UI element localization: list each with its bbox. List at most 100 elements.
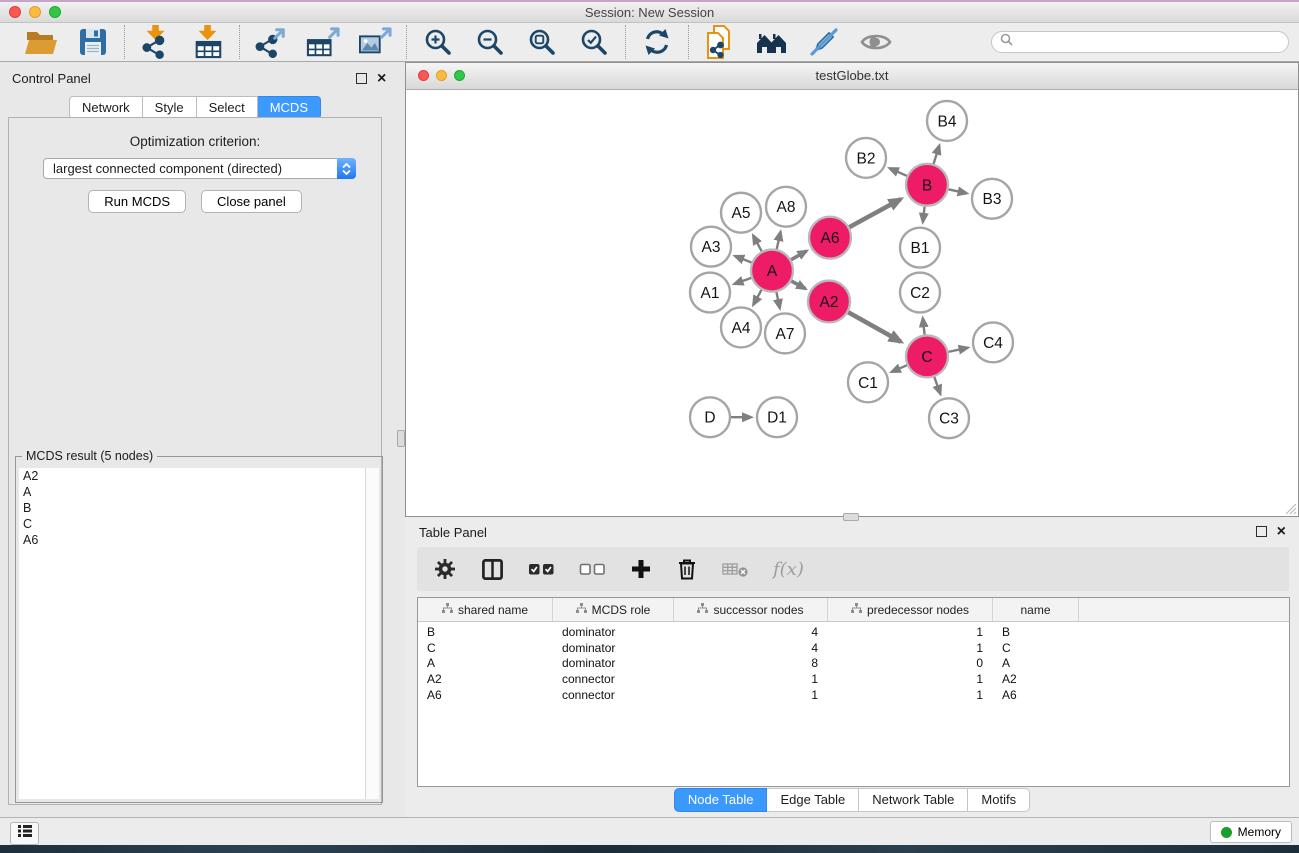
deselect-all-checkbox-icon[interactable] bbox=[579, 560, 606, 578]
tab-mcds[interactable]: MCDS bbox=[258, 96, 321, 119]
edge-A2-C[interactable] bbox=[846, 311, 900, 341]
edge-A-A4[interactable] bbox=[753, 288, 762, 305]
mcds-result-item[interactable]: A6 bbox=[19, 532, 379, 548]
close-table-panel-icon[interactable]: × bbox=[1277, 527, 1286, 537]
zoom-fit-icon[interactable] bbox=[524, 26, 560, 58]
node-B[interactable]: B bbox=[906, 164, 948, 206]
table-cell[interactable]: dominator bbox=[553, 656, 674, 670]
node-B1[interactable]: B1 bbox=[900, 228, 940, 268]
run-mcds-button[interactable]: Run MCDS bbox=[88, 190, 186, 213]
close-panel-icon[interactable]: × bbox=[377, 74, 386, 84]
network-canvas[interactable]: AA1A2A3A4A5A6A7A8BB1B2B3B4CC1C2C3C4DD1 bbox=[406, 90, 1298, 516]
gear-icon[interactable] bbox=[433, 557, 457, 581]
edge-A-A6[interactable] bbox=[789, 251, 806, 261]
table-cell[interactable]: 4 bbox=[674, 625, 828, 639]
mcds-result-item[interactable]: A2 bbox=[19, 468, 379, 484]
table-cell[interactable]: B bbox=[418, 625, 553, 639]
float-table-panel-icon[interactable] bbox=[1256, 526, 1267, 537]
table-cell[interactable]: connector bbox=[553, 688, 674, 702]
zoom-out-icon[interactable] bbox=[472, 26, 508, 58]
edge-A-A1[interactable] bbox=[735, 277, 754, 284]
edge-C-C1[interactable] bbox=[892, 364, 909, 371]
edge-B-B4[interactable] bbox=[933, 146, 939, 166]
search-input[interactable] bbox=[1018, 34, 1280, 50]
node-A6[interactable]: A6 bbox=[809, 217, 851, 259]
horizontal-splitter-handle[interactable] bbox=[843, 513, 859, 521]
mcds-result-item[interactable]: A bbox=[19, 484, 379, 500]
column-header-successor-nodes[interactable]: successor nodes bbox=[674, 598, 828, 621]
table-cell[interactable]: B bbox=[993, 625, 1079, 639]
table-cell[interactable]: 1 bbox=[828, 672, 993, 686]
export-image-icon[interactable] bbox=[357, 26, 393, 58]
open-session-icon[interactable] bbox=[23, 26, 59, 58]
search-field[interactable] bbox=[991, 31, 1289, 53]
edge-B-B1[interactable] bbox=[923, 205, 925, 222]
table-cell[interactable]: dominator bbox=[553, 641, 674, 655]
table-row[interactable]: Adominator80A bbox=[418, 655, 1289, 671]
table-cell[interactable]: 1 bbox=[674, 688, 828, 702]
tab-network[interactable]: Network bbox=[69, 96, 143, 119]
close-panel-button[interactable]: Close panel bbox=[201, 190, 302, 213]
table-row[interactable]: A6connector11A6 bbox=[418, 687, 1289, 703]
zoom-selected-icon[interactable] bbox=[576, 26, 612, 58]
node-B4[interactable]: B4 bbox=[927, 101, 967, 141]
node-C3[interactable]: C3 bbox=[929, 398, 969, 438]
select-all-checkbox-icon[interactable] bbox=[528, 560, 555, 578]
table-cell[interactable]: 8 bbox=[674, 656, 828, 670]
memory-button[interactable]: Memory bbox=[1210, 821, 1292, 843]
export-table-icon[interactable] bbox=[305, 26, 341, 58]
task-history-button[interactable] bbox=[10, 822, 39, 845]
table-cell[interactable]: A bbox=[418, 656, 553, 670]
tab-style[interactable]: Style bbox=[143, 96, 197, 119]
tab-node-table[interactable]: Node Table bbox=[674, 788, 768, 812]
node-B3[interactable]: B3 bbox=[972, 179, 1012, 219]
table-cell[interactable]: 0 bbox=[828, 656, 993, 670]
table-cell[interactable]: 1 bbox=[828, 625, 993, 639]
edge-B-B3[interactable] bbox=[947, 189, 967, 193]
tab-edge-table[interactable]: Edge Table bbox=[767, 788, 859, 812]
edge-B-B2[interactable] bbox=[890, 168, 909, 176]
tab-network-table[interactable]: Network Table bbox=[859, 788, 968, 812]
table-cell[interactable]: A2 bbox=[418, 672, 553, 686]
table-row[interactable]: Bdominator41B bbox=[418, 624, 1289, 640]
edge-A-A3[interactable] bbox=[735, 256, 753, 263]
eye-icon[interactable] bbox=[858, 26, 894, 58]
table-cell[interactable]: connector bbox=[553, 672, 674, 686]
table-cell[interactable]: C bbox=[993, 641, 1079, 655]
node-C[interactable]: C bbox=[906, 335, 948, 377]
node-A3[interactable]: A3 bbox=[691, 227, 731, 267]
node-B2[interactable]: B2 bbox=[846, 138, 886, 178]
node-A7[interactable]: A7 bbox=[765, 313, 805, 353]
node-A2[interactable]: A2 bbox=[808, 281, 850, 323]
edge-A-A7[interactable] bbox=[776, 290, 780, 308]
edge-A-A8[interactable] bbox=[776, 232, 780, 251]
mcds-result-item[interactable]: C bbox=[19, 516, 379, 532]
column-view-icon[interactable] bbox=[481, 558, 504, 581]
network-window-titlebar[interactable]: testGlobe.txt bbox=[406, 63, 1298, 90]
float-panel-icon[interactable] bbox=[356, 73, 367, 84]
node-A8[interactable]: A8 bbox=[766, 187, 806, 227]
node-A1[interactable]: A1 bbox=[690, 273, 730, 313]
hide-annotations-icon[interactable] bbox=[806, 26, 842, 58]
table-row[interactable]: A2connector11A2 bbox=[418, 671, 1289, 687]
edge-C-C4[interactable] bbox=[947, 348, 968, 352]
node-C2[interactable]: C2 bbox=[900, 273, 940, 313]
edge-C-C2[interactable] bbox=[923, 318, 925, 336]
home-icon[interactable] bbox=[754, 26, 790, 58]
table-cell[interactable]: A bbox=[993, 656, 1079, 670]
delete-column-icon[interactable] bbox=[676, 557, 698, 581]
table-cell[interactable]: A2 bbox=[993, 672, 1079, 686]
zoom-in-icon[interactable] bbox=[420, 26, 456, 58]
node-C4[interactable]: C4 bbox=[973, 322, 1013, 362]
export-network-icon[interactable] bbox=[253, 26, 289, 58]
tab-select[interactable]: Select bbox=[197, 96, 258, 119]
new-network-from-selection-icon[interactable] bbox=[702, 26, 738, 58]
result-list-scrollbar[interactable] bbox=[365, 468, 379, 799]
node-A4[interactable]: A4 bbox=[721, 307, 761, 347]
refresh-icon[interactable] bbox=[639, 26, 675, 58]
table-cell[interactable]: 4 bbox=[674, 641, 828, 655]
column-header-name[interactable]: name bbox=[993, 598, 1079, 621]
optimization-criterion-select[interactable]: largest connected component (directed) bbox=[43, 158, 356, 179]
table-cell[interactable]: 1 bbox=[828, 688, 993, 702]
add-column-icon[interactable] bbox=[630, 558, 652, 580]
